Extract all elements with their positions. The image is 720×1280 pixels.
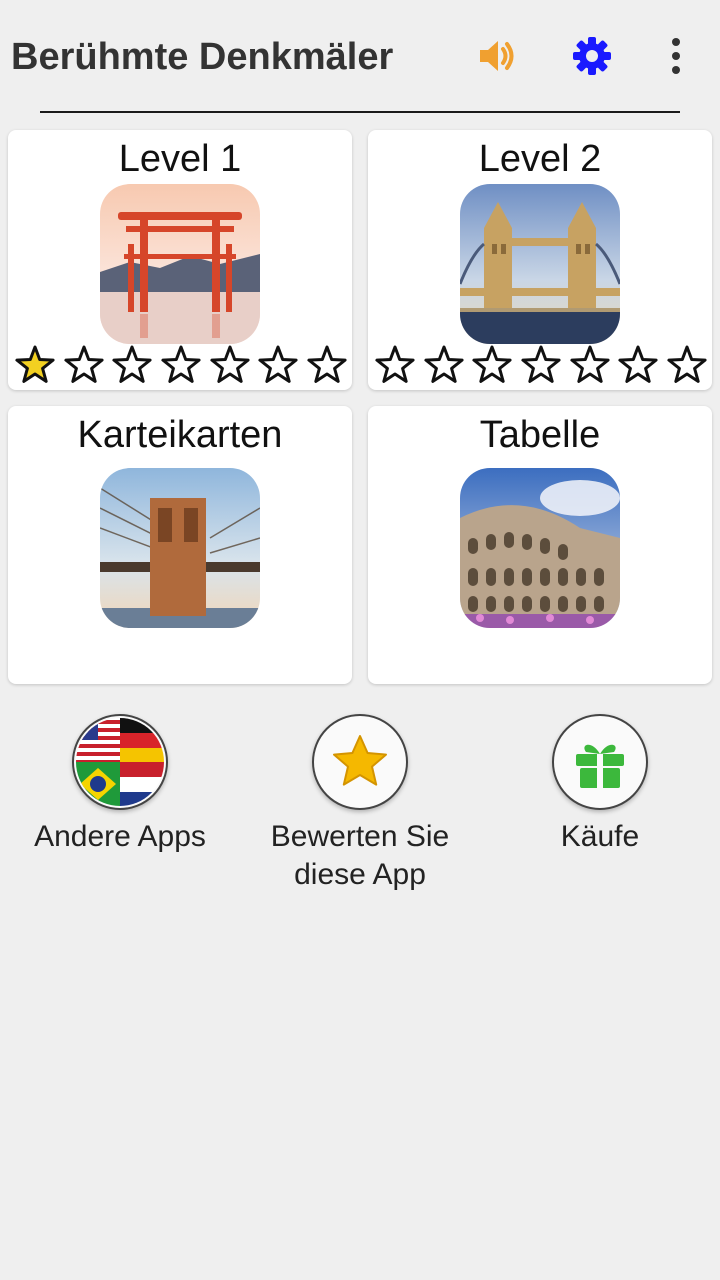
app-title: Berühmte Denkmäler bbox=[11, 36, 394, 78]
star-empty-icon bbox=[307, 345, 347, 383]
rate-app-button[interactable]: Bewerten Sie diese App bbox=[240, 714, 480, 894]
star-filled-icon bbox=[15, 345, 55, 383]
app-bar: Berühmte Denkmäler bbox=[0, 0, 720, 113]
header-divider bbox=[40, 111, 680, 113]
star-empty-icon bbox=[472, 345, 512, 383]
level-2-card[interactable]: Level 2 bbox=[368, 130, 712, 390]
card-title: Level 2 bbox=[478, 138, 602, 180]
star-empty-icon bbox=[521, 345, 561, 383]
star-icon[interactable] bbox=[312, 714, 408, 810]
other-apps-label: Andere Apps bbox=[34, 820, 206, 853]
flags-icon[interactable] bbox=[72, 714, 168, 810]
level-1-card[interactable]: Level 1 bbox=[8, 130, 352, 390]
card-title: Tabelle bbox=[479, 414, 601, 456]
gear-icon[interactable] bbox=[570, 34, 614, 78]
card-title: Karteikarten bbox=[77, 414, 283, 456]
purchases-label: Käufe bbox=[560, 820, 640, 853]
star-empty-icon bbox=[112, 345, 152, 383]
brooklyn-bridge-image bbox=[100, 468, 260, 628]
gift-icon[interactable] bbox=[552, 714, 648, 810]
level-2-stars bbox=[374, 344, 708, 386]
colosseum-image bbox=[460, 468, 620, 628]
speaker-icon[interactable] bbox=[474, 34, 518, 78]
star-empty-icon bbox=[667, 345, 707, 383]
star-empty-icon bbox=[161, 345, 201, 383]
purchases-button[interactable]: Käufe bbox=[480, 714, 720, 856]
card-title: Level 1 bbox=[118, 138, 242, 180]
table-card[interactable]: Tabelle bbox=[368, 406, 712, 684]
star-empty-icon bbox=[424, 345, 464, 383]
star-empty-icon bbox=[258, 345, 298, 383]
rate-app-label: Bewerten Sie diese App bbox=[270, 820, 450, 891]
flashcards-card[interactable]: Karteikarten bbox=[8, 406, 352, 684]
star-empty-icon bbox=[375, 345, 415, 383]
torii-gate-image bbox=[100, 184, 260, 344]
star-empty-icon bbox=[210, 345, 250, 383]
level-1-stars bbox=[14, 344, 348, 386]
tower-bridge-image bbox=[460, 184, 620, 344]
overflow-menu-icon[interactable] bbox=[654, 34, 698, 78]
star-empty-icon bbox=[64, 345, 104, 383]
other-apps-button[interactable]: Andere Apps bbox=[0, 714, 240, 856]
star-empty-icon bbox=[618, 345, 658, 383]
star-empty-icon bbox=[570, 345, 610, 383]
